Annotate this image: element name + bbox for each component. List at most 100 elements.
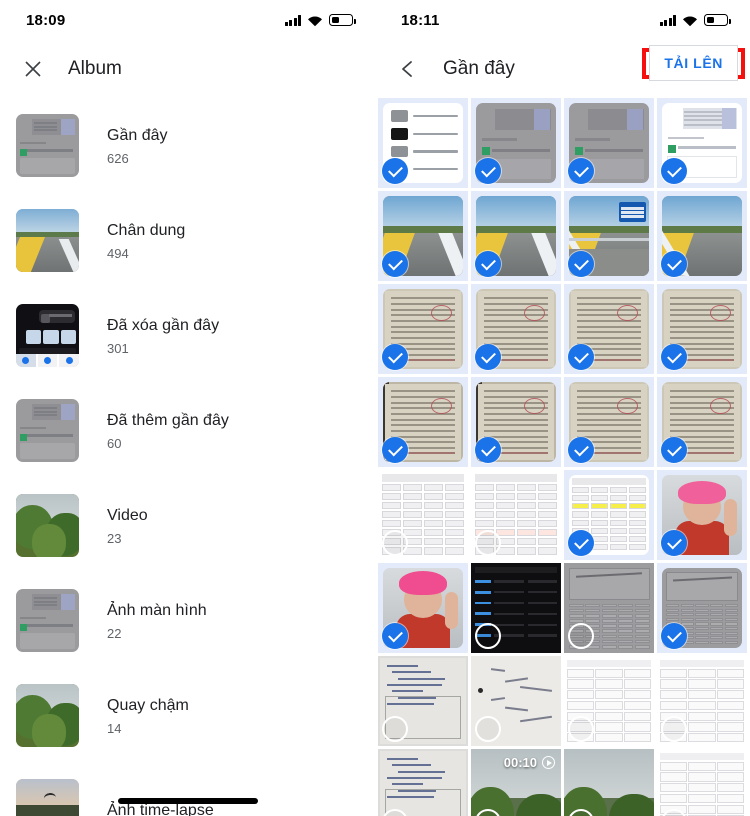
photo-thumbnail[interactable] xyxy=(378,98,468,188)
unselected-circle-icon[interactable] xyxy=(475,530,501,556)
album-count: 14 xyxy=(107,721,122,737)
photo-image xyxy=(657,749,747,816)
selected-check-icon[interactable] xyxy=(661,344,687,370)
selected-check-icon[interactable] xyxy=(475,344,501,370)
album-thumbnail xyxy=(16,684,79,747)
album-name: Chân dung xyxy=(107,221,186,239)
selected-check-icon[interactable] xyxy=(661,437,687,463)
selected-check-icon[interactable] xyxy=(568,530,594,556)
photo-thumbnail[interactable] xyxy=(378,377,468,467)
page-title: Album xyxy=(68,58,122,79)
unselected-circle-icon[interactable] xyxy=(475,623,501,649)
photo-thumbnail[interactable] xyxy=(564,656,654,746)
photo-thumbnail[interactable] xyxy=(564,191,654,281)
photo-thumbnail[interactable] xyxy=(378,284,468,374)
selected-check-icon[interactable] xyxy=(475,158,501,184)
photo-thumbnail[interactable] xyxy=(471,563,561,653)
album-name: Đã xóa gần đây xyxy=(107,316,220,334)
unselected-circle-icon[interactable] xyxy=(382,716,408,742)
photo-thumbnail[interactable] xyxy=(564,284,654,374)
photo-thumbnail[interactable] xyxy=(471,377,561,467)
status-time: 18:11 xyxy=(401,11,440,29)
selected-check-icon[interactable] xyxy=(382,437,408,463)
list-item[interactable]: Đã thêm gần đây 60 xyxy=(16,383,375,478)
photo-thumbnail[interactable] xyxy=(657,377,747,467)
photo-thumbnail[interactable] xyxy=(657,563,747,653)
album-meta: Đã thêm gần đây 60 xyxy=(107,410,229,452)
photo-thumbnail[interactable] xyxy=(378,191,468,281)
photo-thumbnail[interactable] xyxy=(564,470,654,560)
selected-check-icon[interactable] xyxy=(475,251,501,277)
video-duration-badge: 00:10 xyxy=(504,755,555,770)
album-thumbnail xyxy=(16,399,79,462)
photo-thumbnail[interactable] xyxy=(471,191,561,281)
album-count: 301 xyxy=(107,341,129,357)
album-list: Gần đây 626 Chân dung 494 Đã xóa gần đây… xyxy=(0,98,375,816)
selected-check-icon[interactable] xyxy=(382,251,408,277)
upload-button[interactable]: TẢI LÊN xyxy=(649,45,738,81)
unselected-circle-icon[interactable] xyxy=(568,623,594,649)
photo-thumbnail[interactable] xyxy=(657,191,747,281)
album-name: Đã thêm gần đây xyxy=(107,411,229,429)
close-icon[interactable] xyxy=(18,54,48,84)
selected-check-icon[interactable] xyxy=(661,158,687,184)
list-item[interactable]: Gần đây 626 xyxy=(16,98,375,193)
photo-thumbnail[interactable] xyxy=(657,470,747,560)
list-item[interactable]: Quay chậm 14 xyxy=(16,668,375,763)
photo-thumbnail[interactable] xyxy=(378,470,468,560)
photo-thumbnail[interactable] xyxy=(564,98,654,188)
album-picker-screen: 18:09 Album Gần đây 626 Chân dung 494 Đã… xyxy=(0,0,375,816)
list-item[interactable]: Ảnh màn hình 22 xyxy=(16,573,375,668)
photo-thumbnail[interactable] xyxy=(564,749,654,816)
selected-check-icon[interactable] xyxy=(661,623,687,649)
album-count: 23 xyxy=(107,531,122,547)
album-thumbnail xyxy=(16,494,79,557)
unselected-circle-icon[interactable] xyxy=(382,530,408,556)
page-title: Gần đây xyxy=(443,58,515,79)
album-meta: Quay chậm 14 xyxy=(107,695,189,737)
list-item[interactable]: Video 23 xyxy=(16,478,375,573)
photo-thumbnail[interactable] xyxy=(657,98,747,188)
album-thumbnail xyxy=(16,304,79,367)
list-item[interactable]: Ảnh time-lapse xyxy=(16,763,375,816)
status-icons xyxy=(284,14,356,27)
photo-thumbnail[interactable] xyxy=(378,563,468,653)
selected-check-icon[interactable] xyxy=(382,623,408,649)
wifi-icon xyxy=(682,14,698,27)
photo-thumbnail[interactable] xyxy=(471,656,561,746)
status-icons xyxy=(659,14,731,27)
unselected-circle-icon[interactable] xyxy=(568,716,594,742)
unselected-circle-icon[interactable] xyxy=(475,716,501,742)
photo-thumbnail[interactable] xyxy=(378,749,468,816)
selected-check-icon[interactable] xyxy=(568,437,594,463)
selected-check-icon[interactable] xyxy=(382,158,408,184)
album-count: 494 xyxy=(107,246,129,262)
photo-thumbnail[interactable] xyxy=(378,656,468,746)
photo-image xyxy=(378,749,468,816)
selected-check-icon[interactable] xyxy=(382,344,408,370)
photo-thumbnail[interactable] xyxy=(471,98,561,188)
red-highlight-box: TẢI LÊN xyxy=(642,45,745,81)
album-count: 60 xyxy=(107,436,122,452)
chevron-left-icon[interactable] xyxy=(393,54,423,84)
photo-thumbnail[interactable] xyxy=(657,749,747,816)
unselected-circle-icon[interactable] xyxy=(661,716,687,742)
photo-thumbnail[interactable] xyxy=(564,563,654,653)
photo-thumbnail[interactable] xyxy=(564,377,654,467)
selected-check-icon[interactable] xyxy=(568,158,594,184)
photo-thumbnail[interactable] xyxy=(657,284,747,374)
album-thumbnail xyxy=(16,114,79,177)
photo-thumbnail[interactable] xyxy=(471,284,561,374)
photo-thumbnail[interactable]: 00:10 xyxy=(471,749,561,816)
album-name: Video xyxy=(107,506,148,524)
selected-check-icon[interactable] xyxy=(475,437,501,463)
list-item[interactable]: Đã xóa gần đây 301 xyxy=(16,288,375,383)
selected-check-icon[interactable] xyxy=(568,344,594,370)
list-item[interactable]: Chân dung 494 xyxy=(16,193,375,288)
photo-thumbnail[interactable] xyxy=(657,656,747,746)
selected-check-icon[interactable] xyxy=(661,530,687,556)
selected-check-icon[interactable] xyxy=(661,251,687,277)
selected-check-icon[interactable] xyxy=(568,251,594,277)
photo-thumbnail[interactable] xyxy=(471,470,561,560)
dual-screenshot: 18:09 Album Gần đây 626 Chân dung 494 Đã… xyxy=(0,0,750,816)
